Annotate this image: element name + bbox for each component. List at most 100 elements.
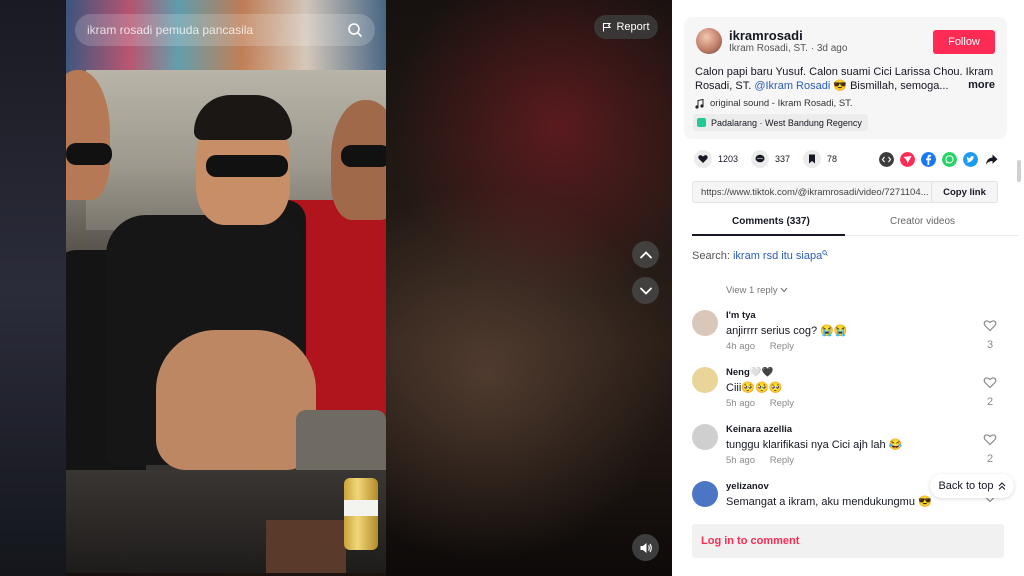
content-tabs: Comments (337) Creator videos — [692, 208, 1018, 236]
chevron-down-icon — [639, 287, 652, 295]
back-to-top-button[interactable]: Back to top — [930, 474, 1014, 498]
sound-row[interactable]: original sound - Ikram Rosadi, ST. — [695, 98, 853, 109]
engagement-row: 1203 337 78 — [694, 150, 1004, 170]
comment-text: tunggu klarifikasi nya Cici ajh lah 😂 — [726, 439, 903, 451]
bookmark-icon — [803, 150, 821, 168]
search-icon[interactable] — [347, 22, 363, 38]
like-stat[interactable]: 1203 — [694, 150, 738, 168]
sunglasses-left — [66, 143, 112, 165]
sound-title[interactable]: original sound - Ikram Rosadi, ST. — [710, 98, 853, 109]
like-count: 1203 — [718, 154, 739, 164]
comment-like-count: 2 — [986, 453, 994, 465]
video-player[interactable]: ikram rosadi pemuda pancasila Report — [0, 0, 672, 576]
login-to-comment-button[interactable]: Log in to comment — [692, 524, 1004, 558]
person-knee — [156, 330, 316, 470]
author-username[interactable]: ikramrosadi — [729, 28, 803, 43]
author-display-name[interactable]: Ikram Rosadi, ST. — [729, 43, 808, 54]
share-arrow-icon[interactable] — [984, 152, 999, 167]
volume-button[interactable] — [632, 534, 659, 561]
search-term[interactable]: ikram rsd itu siapa — [733, 250, 822, 262]
copy-link-button[interactable]: Copy link — [931, 182, 997, 202]
post-caption: Calon papi baru Yusuf. Calon suami Cici … — [695, 65, 995, 93]
location-pin-icon — [697, 118, 706, 127]
report-label: Report — [616, 21, 650, 33]
music-note-icon — [695, 98, 704, 109]
reply-button[interactable]: Reply — [770, 398, 794, 409]
caption-more-button[interactable]: more — [968, 79, 995, 91]
comment-search-suggestion[interactable]: Search: ikram rsd itu siapa — [692, 250, 829, 262]
facebook-icon[interactable] — [921, 152, 936, 167]
video-url-box: https://www.tiktok.com/@ikramrosadi/vide… — [692, 181, 998, 203]
commenter-avatar[interactable] — [692, 424, 718, 450]
follow-button[interactable]: Follow — [933, 30, 995, 54]
comment-like[interactable]: 2 — [982, 433, 998, 465]
reply-button[interactable]: Reply — [770, 455, 794, 466]
video-scene-box — [266, 520, 346, 573]
speaker-icon — [640, 542, 652, 553]
comment-text: Semangat a ikram, aku mendukungmu 😎 — [726, 496, 932, 508]
comment-bubble-icon — [751, 150, 769, 168]
send-to-friends-icon[interactable] — [900, 152, 915, 167]
tab-comments[interactable]: Comments (337) — [732, 216, 810, 227]
comment-time: 4h ago — [726, 341, 756, 352]
commenter-name[interactable]: I'm tya — [726, 310, 756, 321]
author-subline: Ikram Rosadi, ST. · 3d ago — [729, 43, 847, 54]
heart-outline-icon — [983, 434, 997, 446]
search-prefix: Search: — [692, 250, 733, 262]
previous-video-button[interactable] — [632, 241, 659, 268]
comment-stat[interactable]: 337 — [751, 150, 790, 168]
beverage-can-label — [344, 500, 378, 516]
author-avatar[interactable] — [696, 28, 722, 54]
comment-like-count: 3 — [986, 339, 994, 351]
twitter-icon[interactable] — [963, 152, 978, 167]
commenter-avatar[interactable] — [692, 481, 718, 507]
comment-text: anjirrrr serius cog? 😭😭 — [726, 325, 848, 337]
save-count: 78 — [827, 154, 838, 164]
whatsapp-icon[interactable] — [942, 152, 957, 167]
comment-item: Keinara azellia tunggu klarifikasi nya C… — [672, 424, 1024, 480]
flag-icon — [603, 22, 612, 32]
comment-count: 337 — [775, 154, 791, 164]
caption-text-end: 😎 Bismillah, semoga... — [830, 80, 949, 92]
active-tab-indicator — [692, 234, 845, 236]
video-frame[interactable] — [66, 0, 386, 573]
comment-text: Ciii🥺🥺🥺 — [726, 382, 783, 394]
next-video-button[interactable] — [632, 277, 659, 304]
video-search-bar[interactable]: ikram rosadi pemuda pancasila — [75, 14, 375, 46]
location-tag[interactable]: Padalarang · West Bandung Regency — [693, 114, 868, 131]
video-blur-left — [0, 0, 66, 576]
heart-icon — [694, 150, 712, 168]
sunglasses-right — [341, 145, 386, 167]
comment-like-count: 2 — [986, 396, 994, 408]
chevron-down-icon — [780, 287, 788, 293]
sunglasses-middle — [206, 155, 288, 177]
commenter-avatar[interactable] — [692, 310, 718, 336]
comment-time: 5h ago — [726, 455, 756, 466]
comment-like[interactable]: 2 — [982, 376, 998, 408]
commenter-name[interactable]: yelizanov — [726, 481, 769, 492]
search-icon — [822, 250, 829, 256]
reply-button[interactable]: Reply — [770, 341, 794, 352]
panel-scrollbar[interactable] — [1017, 160, 1021, 182]
report-button[interactable]: Report — [594, 15, 658, 39]
tab-creator-videos[interactable]: Creator videos — [890, 216, 955, 227]
heart-outline-icon — [983, 320, 997, 332]
comment-meta: 5h ago Reply — [726, 455, 794, 466]
comment-meta: 5h ago Reply — [726, 398, 794, 409]
commenter-name[interactable]: Keinara azellia — [726, 424, 792, 435]
comment-item: I'm tya anjirrrr serius cog? 😭😭 4h ago R… — [672, 310, 1024, 366]
video-search-text[interactable]: ikram rosadi pemuda pancasila — [87, 23, 347, 37]
commenter-name[interactable]: Neng🤍🖤 — [726, 367, 773, 378]
comment-like[interactable]: 3 — [982, 319, 998, 351]
arrow-up-icon — [998, 481, 1005, 490]
post-info-card: ikramrosadi Ikram Rosadi, ST. · 3d ago F… — [684, 17, 1007, 139]
view-replies-button[interactable]: View 1 reply — [726, 285, 788, 296]
heart-outline-icon — [983, 377, 997, 389]
save-stat[interactable]: 78 — [803, 150, 837, 168]
commenter-avatar[interactable] — [692, 367, 718, 393]
chevron-up-icon — [639, 250, 652, 258]
caption-mention[interactable]: @Ikram Rosadi — [754, 80, 830, 92]
embed-code-icon[interactable] — [879, 152, 894, 167]
video-url[interactable]: https://www.tiktok.com/@ikramrosadi/vide… — [693, 187, 931, 198]
comment-item: Neng🤍🖤 Ciii🥺🥺🥺 5h ago Reply 2 — [672, 367, 1024, 423]
